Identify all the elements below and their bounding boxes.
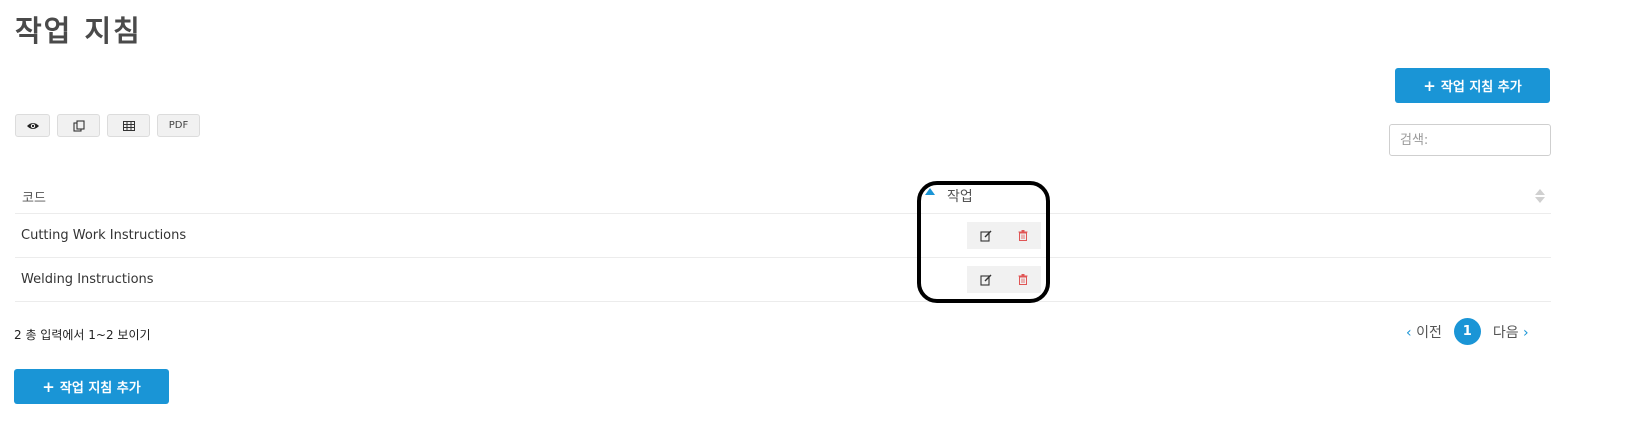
instructions-table: 코드 작업 Cutting Work Instructions Welding … — [15, 175, 1551, 302]
export-toolbar: PDF — [15, 114, 200, 137]
add-instruction-label: 작업 지침 추가 — [59, 381, 141, 396]
column-header-action[interactable]: 작업 — [947, 186, 973, 206]
prev-page-button[interactable]: ‹ 이전 — [1406, 322, 1442, 342]
pdf-button[interactable]: PDF — [157, 114, 200, 137]
column-header-code[interactable]: 코드 — [22, 187, 46, 206]
delete-button[interactable] — [1004, 222, 1041, 249]
table-info: 2 총 입력에서 1~2 보이기 — [14, 328, 151, 342]
copy-button[interactable] — [57, 114, 100, 137]
eye-icon — [26, 122, 39, 129]
next-page-button[interactable]: 다음 › — [1493, 322, 1529, 342]
copy-icon — [72, 119, 85, 132]
table-header: 코드 작업 — [15, 175, 1551, 214]
sort-asc-icon — [925, 188, 935, 195]
excel-button[interactable] — [107, 114, 150, 137]
chevron-right-icon: › — [1523, 324, 1529, 341]
add-instruction-button[interactable]: + 작업 지침 추가 — [1395, 68, 1550, 103]
chevron-left-icon: ‹ — [1406, 324, 1412, 341]
column-visibility-button[interactable] — [15, 114, 50, 137]
plus-icon: + — [1423, 76, 1436, 95]
sort-icon — [1535, 189, 1545, 205]
trash-icon — [1018, 274, 1027, 285]
edit-button[interactable] — [967, 222, 1004, 249]
table-icon — [122, 120, 135, 131]
plus-icon: + — [42, 377, 55, 396]
edit-icon — [979, 230, 991, 242]
delete-button[interactable] — [1004, 266, 1041, 293]
search-input[interactable] — [1389, 124, 1551, 156]
row-code: Cutting Work Instructions — [21, 228, 187, 243]
page-1-button[interactable]: 1 — [1453, 318, 1481, 345]
page-title: 작업 지침 — [15, 14, 142, 48]
table-row: Welding Instructions — [15, 258, 1551, 302]
edit-button[interactable] — [967, 266, 1004, 293]
row-code: Welding Instructions — [21, 272, 154, 287]
next-label: 다음 — [1492, 324, 1519, 341]
add-instruction-bottom-button[interactable]: + 작업 지침 추가 — [14, 369, 169, 404]
row-actions — [967, 266, 1041, 293]
edit-icon — [979, 274, 991, 286]
row-actions — [967, 222, 1041, 249]
table-row: Cutting Work Instructions — [15, 214, 1551, 258]
trash-icon — [1018, 230, 1027, 241]
prev-label: 이전 — [1416, 324, 1442, 341]
add-instruction-label: 작업 지침 추가 — [1440, 80, 1522, 95]
pagination: ‹ 이전 1 다음 › — [1406, 318, 1529, 345]
